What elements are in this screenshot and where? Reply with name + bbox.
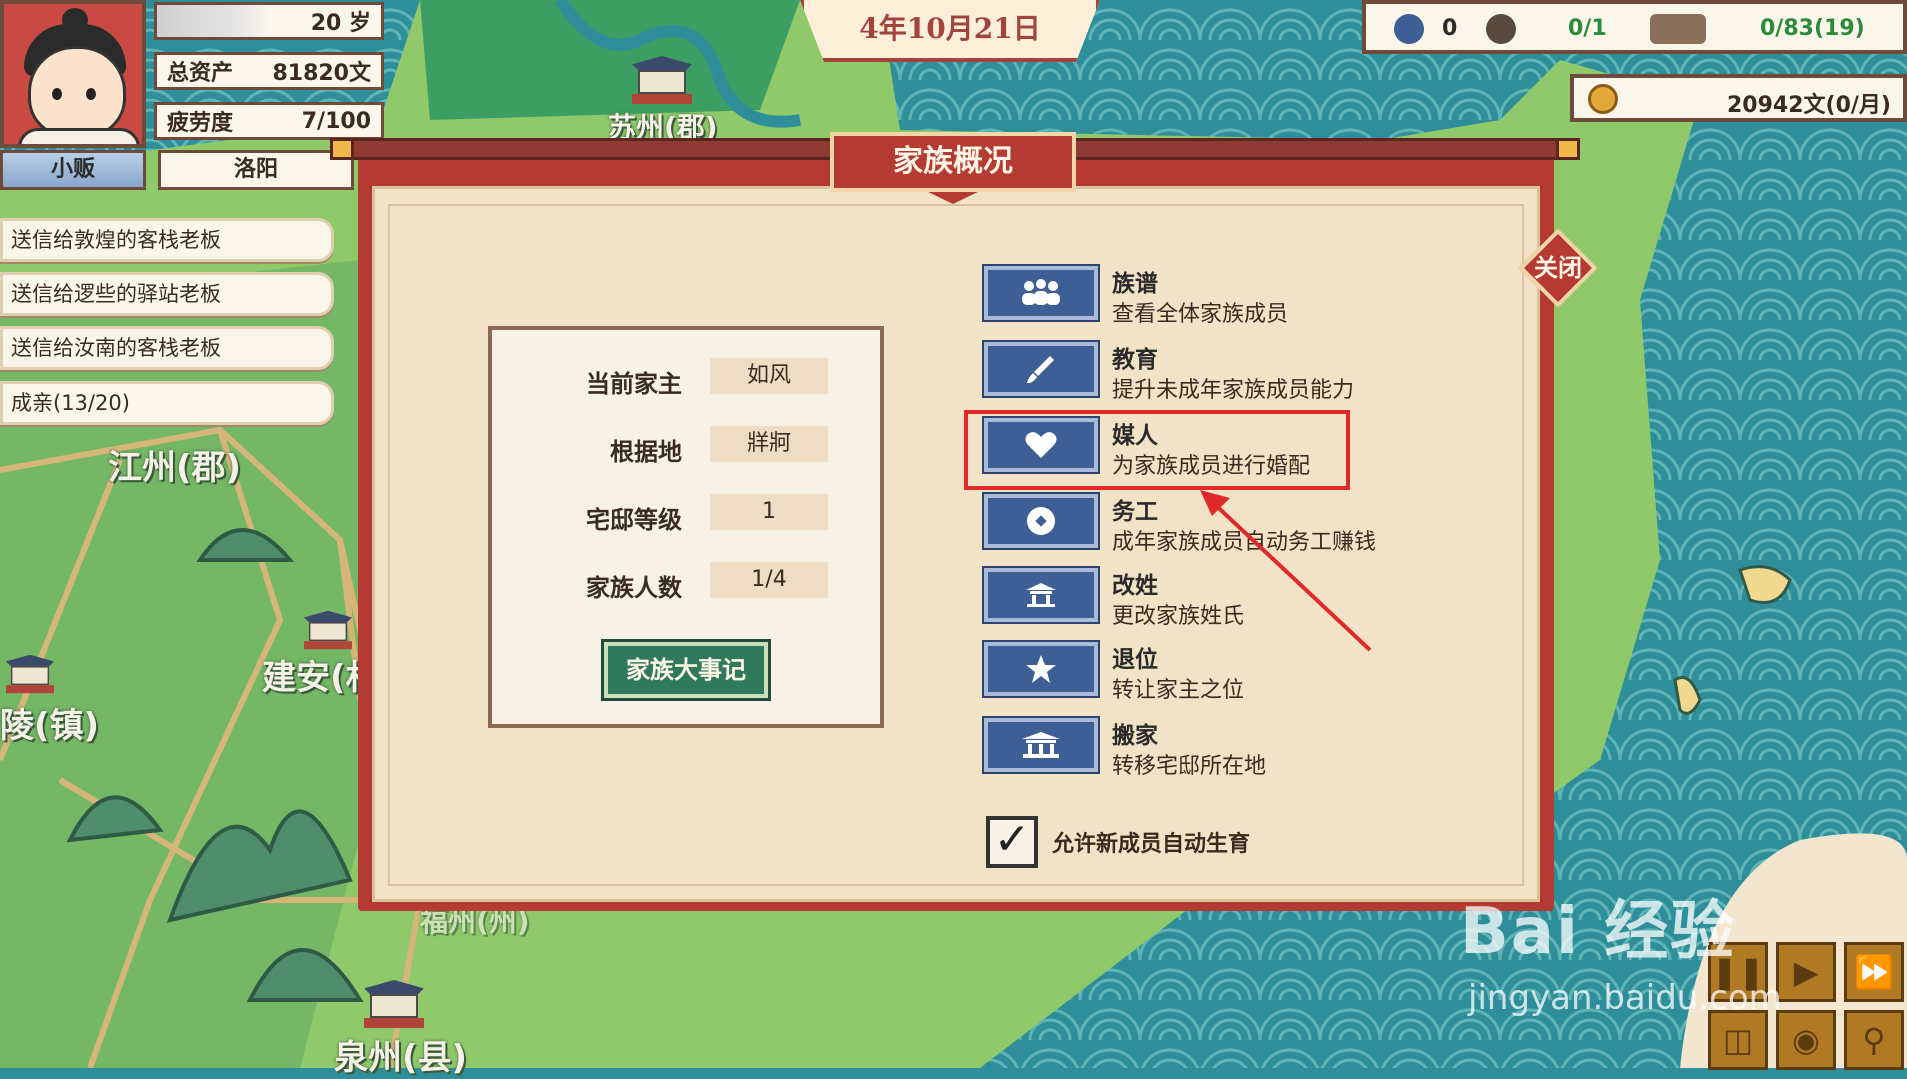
dialog-title: 家族概况 [830,132,1076,192]
close-button[interactable]: 关闭 [1518,228,1598,308]
auto-birth-checkbox[interactable]: ✓ [986,816,1038,868]
fast-forward-button[interactable]: ⏩ [1844,942,1904,1002]
baidu-watermark: Bai 经验 [1460,895,1737,969]
abdicate-button[interactable] [982,640,1100,698]
info-label: 当前家主 [586,370,682,398]
player-location-tab[interactable]: 洛阳 [158,150,354,190]
move-house-button[interactable] [982,716,1100,774]
money-bar: 20942文(0/月) [1570,74,1907,122]
assets-label: 总资产 [167,61,234,86]
menu-desc-genealogy: 查看全体家族成员 [1112,302,1289,327]
genealogy-button[interactable] [982,264,1100,322]
footprints-button[interactable]: ◉ [1776,1010,1836,1070]
people-icon [988,270,1094,316]
game-date: 4年10月21日 [800,0,1100,62]
baidu-watermark-url: jingyan.baidu.com [1468,978,1782,1018]
brush-icon [988,346,1094,392]
servant-icon [1486,14,1516,44]
city-suzhou-building[interactable] [632,56,692,104]
location-pin-button[interactable]: ⚲ [1844,1010,1904,1070]
resource-1-value: 0 [1442,16,1458,41]
money-value: 20942文(0/月) [1727,93,1891,118]
menu-title-abdicate: 退位 [1112,647,1158,673]
quest-item[interactable]: 送信给汝南的客栈老板 [0,326,334,370]
city-ling-building[interactable] [6,654,54,694]
beam-cap-left [330,138,354,160]
menu-title-work: 务工 [1112,499,1158,525]
menu-desc-abdicate: 转让家主之位 [1112,678,1245,703]
quest-item[interactable]: 成亲(13/20) [0,381,334,425]
city-label-quanzhou[interactable]: 泉州(县) [334,1030,467,1079]
horse-cart-icon [1650,14,1706,44]
info-label: 根据地 [610,438,682,466]
assets-value: 81820文 [272,61,371,86]
city-quanzhou-building[interactable] [364,980,424,1028]
info-value-head: 如风 [710,358,828,394]
fatigue-value: 7/100 [301,108,371,134]
menu-title-change-surname: 改姓 [1112,573,1158,599]
player-age-box: 20 岁 [154,2,384,40]
info-value-family-size: 1/4 [710,562,828,598]
mansion-icon [988,722,1094,768]
info-value-base: 牂牁 [710,426,828,462]
quest-item[interactable]: 送信给逻些的驿站老板 [0,272,334,316]
work-button[interactable] [982,492,1100,550]
resource-2-value: 0/1 [1568,16,1607,41]
quest-item[interactable]: 送信给敦煌的客栈老板 [0,218,334,262]
player-age: 20 岁 [310,11,371,36]
city-label-ling[interactable]: 陵(镇) [0,698,99,747]
map-cube-button[interactable]: ◫ [1708,1010,1768,1070]
menu-title-genealogy: 族谱 [1112,271,1158,297]
menu-desc-education: 提升未成年家族成员能力 [1112,378,1355,403]
fatigue-label: 疲劳度 [167,111,234,136]
city-label-jiangzhou[interactable]: 江州(郡) [108,440,241,489]
annotation-arrow-icon [1200,490,1372,652]
menu-title-move-house: 搬家 [1112,723,1158,749]
star-icon [988,646,1094,692]
player-assets-box: 总资产 81820文 [154,52,384,90]
player-portrait[interactable] [0,0,146,148]
info-label: 宅邸等级 [586,506,682,534]
beam-cap-right [1556,138,1580,160]
education-button[interactable] [982,340,1100,398]
city-jianan-building[interactable] [304,610,352,650]
coin-icon [988,498,1094,544]
resource-3-value: 0/83(19) [1760,16,1865,41]
guard-icon [1394,14,1424,44]
auto-birth-label: 允许新成员自动生育 [1052,832,1251,857]
family-events-button[interactable]: 家族大事记 [601,639,771,701]
house-icon [988,572,1094,618]
coin-icon [1588,84,1618,114]
info-value-mansion-level: 1 [710,494,828,530]
info-label: 家族人数 [586,574,682,602]
highlight-annotation-box [964,410,1350,490]
resource-bar: 0 0/1 0/83(19) [1362,0,1907,54]
play-button[interactable]: ▶ [1776,942,1836,1002]
close-button-label: 关闭 [1534,254,1582,282]
menu-desc-move-house: 转移宅邸所在地 [1112,754,1267,779]
menu-title-education: 教育 [1112,347,1158,373]
change-surname-button[interactable] [982,566,1100,624]
player-role-tab[interactable]: 小贩 [0,150,146,190]
player-fatigue-box: 疲劳度 7/100 [154,102,384,140]
